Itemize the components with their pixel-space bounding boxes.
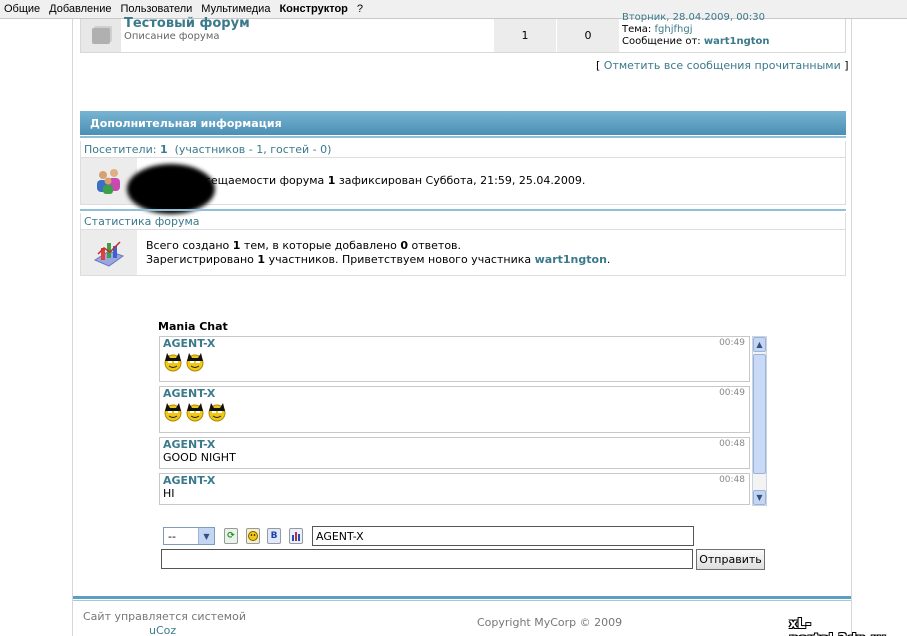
menu-add[interactable]: Добавление — [49, 3, 111, 15]
chat-messages: AGENT-X 00:49 AGENT-X 00:49 AGENT-X 00:4… — [159, 336, 752, 506]
chat-message: AGENT-X 00:49 — [159, 336, 750, 382]
forum-topics-count: 1 — [493, 19, 556, 52]
forum-last-post: Вторник, 28.04.2009, 00:30 Тема: fghjfhg… — [619, 12, 845, 52]
record-suffix: зафиксирован Суббота, 21:59, 25.04.2009. — [338, 174, 586, 187]
scroll-up-button[interactable]: ▲ — [753, 337, 766, 352]
bracket-close: ] — [844, 59, 849, 72]
watermark: xL-portal.3dn.ru — [789, 617, 886, 636]
newest-user-link[interactable]: wart1ngton — [535, 253, 607, 266]
last-topic-link[interactable]: fghjfhgj — [655, 24, 693, 35]
batman-smile-icon — [163, 352, 183, 372]
chat-name-input[interactable]: AGENT-X — [312, 526, 694, 546]
chat-nick[interactable]: AGENT-X — [163, 438, 749, 451]
stats-text-c: тем, в которые добавлено — [243, 238, 397, 252]
stats-reg-c: участников. Приветствуем нового участник… — [268, 252, 532, 266]
visitors-count[interactable]: 1 — [160, 143, 168, 156]
stats-chart-icon — [81, 230, 137, 275]
visitors-subheader: Посетители: 1 (участников - 1, гостей - … — [80, 141, 846, 157]
last-post-user-link[interactable]: wart1ngton — [704, 36, 770, 47]
stats-replies-count: 0 — [400, 238, 409, 252]
mark-read-container: [ Отметить все сообщения прочитанными ] — [596, 59, 849, 72]
record-count: 1 — [327, 174, 336, 187]
smiles — [163, 352, 749, 372]
menu-help[interactable]: ? — [357, 3, 363, 15]
chat-time: 00:48 — [719, 439, 745, 449]
chat-text: GOOD NIGHT — [163, 451, 236, 464]
send-button[interactable]: Отправить — [696, 549, 765, 570]
copyright: Copyright MyCorp © 2009 — [477, 616, 623, 629]
forum-name-link[interactable]: Тестовый форум — [124, 16, 493, 31]
chat-message: AGENT-X 00:48 HI — [159, 473, 750, 505]
menu-constructor[interactable]: Конструктор — [279, 3, 347, 15]
menu-general[interactable]: Общие — [4, 3, 40, 15]
ucoz-link[interactable]: uCoz — [83, 624, 246, 636]
menu-users[interactable]: Пользователи — [121, 3, 193, 15]
stats-text: Всего создано 1 тем, в которые добавлено… — [137, 230, 610, 275]
menu-multimedia[interactable]: Мультимедиа — [201, 3, 270, 15]
forum-row: Тестовый форум Описание форума 1 0 Вторн… — [80, 12, 846, 53]
forum-folder-icon — [81, 19, 121, 52]
page-border-left — [72, 19, 73, 636]
redaction-blob — [127, 164, 215, 214]
batman-smile-icon — [207, 402, 227, 422]
stats-text-e: ответов. — [411, 238, 462, 252]
powered-text: Сайт управляется системой — [83, 610, 246, 623]
divider — [80, 209, 846, 211]
message-from-label: Сообщение от: — [622, 36, 701, 47]
chevron-down-icon[interactable]: ▼ — [198, 528, 214, 544]
stats-subheader: Статистика форума — [80, 213, 846, 229]
page-border-right — [851, 19, 852, 636]
stats-label: Статистика форума — [84, 214, 200, 228]
stats-users-count: 1 — [257, 252, 266, 266]
name-value: AGENT-X — [316, 529, 364, 543]
chat-time: 00:48 — [719, 475, 745, 485]
footer-divider — [73, 596, 851, 599]
chat-message-input[interactable] — [161, 549, 693, 569]
stats-reg-a: Зарегистрировано — [146, 252, 254, 266]
batman-smile-icon — [163, 402, 183, 422]
chat-message: AGENT-X 00:48 GOOD NIGHT — [159, 437, 750, 469]
scroll-thumb[interactable] — [753, 354, 766, 474]
stats-text-a: Всего создано — [146, 238, 230, 252]
forum-title-cell: Тестовый форум Описание форума — [121, 16, 493, 52]
mark-all-read-link[interactable]: Отметить все сообщения прочитанными — [604, 59, 841, 72]
additional-info-header: Дополнительная информация — [80, 111, 846, 135]
chat-message: AGENT-X 00:49 — [159, 386, 750, 433]
chat-title: Mania Chat — [158, 320, 228, 333]
scroll-down-button[interactable]: ▼ — [753, 490, 766, 505]
chat-time: 00:49 — [719, 388, 745, 398]
bracket-open: [ — [596, 59, 601, 72]
forum-description: Описание форума — [124, 31, 220, 42]
stats-icon[interactable] — [289, 528, 303, 544]
chat-time: 00:49 — [719, 338, 745, 348]
chat-scrollbar[interactable]: ▲ ▼ — [752, 336, 767, 506]
batman-smile-icon — [185, 402, 205, 422]
select-value: -- — [168, 529, 176, 543]
smile-icon[interactable] — [246, 528, 260, 544]
visitors-detail[interactable]: (участников - 1, гостей - 0) — [175, 143, 332, 156]
smiles — [163, 402, 749, 422]
stats-reg-end: . — [606, 252, 611, 266]
chat-text: HI — [163, 487, 175, 500]
bold-button[interactable]: B — [267, 528, 281, 544]
divider — [80, 136, 846, 138]
stats-topics-count: 1 — [232, 238, 241, 252]
visitors-label: Посетители: — [84, 142, 157, 156]
refresh-icon[interactable]: ⟳ — [224, 528, 238, 544]
last-post-date[interactable]: Вторник, 28.04.2009, 00:30 — [622, 12, 765, 23]
footer-divider-thin — [73, 600, 851, 601]
topic-label: Тема: — [622, 24, 652, 35]
chat-nick[interactable]: AGENT-X — [163, 474, 749, 487]
forum-replies-count: 0 — [556, 19, 619, 52]
chat-nick[interactable]: AGENT-X — [163, 337, 749, 350]
chat-nick[interactable]: AGENT-X — [163, 387, 749, 400]
batman-smile-icon — [185, 352, 205, 372]
powered-by: Сайт управляется системой uCoz — [83, 610, 246, 636]
smile-select[interactable]: -- ▼ — [163, 527, 215, 545]
stats-box: Всего создано 1 тем, в которые добавлено… — [80, 229, 846, 276]
